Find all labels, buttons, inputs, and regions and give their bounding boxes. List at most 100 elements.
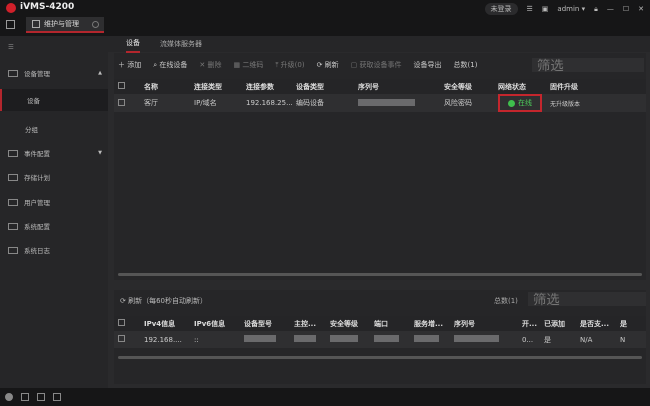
- sidebar-item-group[interactable]: 分组: [0, 118, 108, 140]
- col-support[interactable]: 是否支...: [576, 316, 616, 331]
- cell-last: N: [616, 331, 646, 348]
- total-count: 总数(1): [453, 61, 478, 69]
- status-badge: 在线: [498, 94, 542, 112]
- redacted: [330, 335, 358, 342]
- col-service[interactable]: 服务增...: [410, 316, 450, 331]
- col-open[interactable]: 开...: [518, 316, 540, 331]
- tab-stream-server[interactable]: 流媒体服务器: [160, 39, 202, 49]
- table-row[interactable]: 192.168.... :: 0... 是 N/A N: [114, 331, 646, 348]
- menu-toggle-icon[interactable]: ☰: [0, 36, 108, 58]
- chevron-down-icon: ▼: [98, 150, 102, 156]
- list-icon[interactable]: ☰: [527, 5, 533, 13]
- select-all-checkbox[interactable]: [118, 319, 125, 326]
- get-events-button[interactable]: ▢ 获取设备事件: [351, 60, 402, 70]
- sidebar-item-storage[interactable]: 存储计划: [0, 166, 108, 188]
- filter-input[interactable]: [532, 58, 644, 72]
- col-name[interactable]: 名称: [140, 79, 190, 94]
- col-added[interactable]: 已添加: [540, 316, 576, 331]
- title-bar: iVMS-4200 维护与管理 未登录 ☰ ▣ admin ▾ 🔒︎ — ☐ ✕: [0, 0, 650, 36]
- user-menu[interactable]: admin ▾: [557, 5, 585, 13]
- horizontal-scrollbar[interactable]: [118, 273, 642, 276]
- online-refresh-button[interactable]: ⟳ 刷新（每60秒自动刷新）: [120, 296, 207, 306]
- redacted: [414, 335, 440, 342]
- table-row[interactable]: 客厅 IP/域名 192.168.25.... 编码设备 风险密码 在线 无升级…: [114, 94, 646, 112]
- user-name: admin: [557, 5, 580, 13]
- redacted: [244, 335, 277, 342]
- online-filter-input[interactable]: [528, 292, 646, 306]
- tab-label: 维护与管理: [44, 20, 79, 28]
- add-button[interactable]: ＋ 添加: [118, 60, 141, 70]
- trash-icon[interactable]: [21, 393, 29, 401]
- sidebar-item-system-log[interactable]: 系统日志: [0, 239, 108, 261]
- events-label: 获取设备事件: [359, 61, 402, 69]
- cell-security: 风险密码: [440, 94, 494, 112]
- col-port[interactable]: 端口: [370, 316, 410, 331]
- sidebar-label: 系统日志: [24, 247, 50, 255]
- col-device-type[interactable]: 设备类型: [292, 79, 354, 94]
- grid-menu-icon[interactable]: [6, 20, 15, 29]
- refresh-button[interactable]: ⟳ 刷新: [317, 60, 339, 70]
- col-security[interactable]: 安全等级: [326, 316, 370, 331]
- cell-firmware: 无升级版本: [546, 94, 646, 112]
- status-bar: [0, 388, 650, 406]
- image-icon[interactable]: ▣: [542, 5, 549, 13]
- chevron-up-icon: ▲: [98, 70, 102, 76]
- qrcode-button[interactable]: ▦ 二维码: [233, 60, 263, 70]
- online-refresh-label: 刷新（每60秒自动刷新）: [128, 297, 208, 305]
- online-total: 总数(1): [494, 297, 518, 305]
- col-ipv4[interactable]: IPv4信息: [140, 316, 190, 331]
- select-all-checkbox[interactable]: [118, 82, 125, 89]
- lock-icon[interactable]: 🔒︎: [594, 5, 598, 14]
- col-main-ctrl[interactable]: 主控...: [290, 316, 326, 331]
- device-table: 名称 连接类型 连接参数 设备类型 序列号 安全等级 网络状态 固件升级 客厅 …: [114, 79, 646, 112]
- sidebar-label: 存储计划: [24, 174, 50, 182]
- sidebar-item-device[interactable]: 设备: [0, 89, 108, 111]
- col-last[interactable]: 是: [616, 316, 646, 331]
- sidebar-item-device-management[interactable]: 设备管理 ▲: [0, 62, 108, 84]
- maximize-icon[interactable]: ☐: [623, 5, 629, 13]
- event-icon: [8, 149, 18, 157]
- horizontal-scrollbar[interactable]: [118, 356, 642, 359]
- delete-label: 删除: [207, 61, 222, 69]
- online-devices-panel: ⟳ 刷新（每60秒自动刷新） 总数(1) IPv4信息 IPv6信息 设备型号 …: [114, 290, 646, 384]
- serial-redacted: [358, 98, 416, 106]
- table-header: 名称 连接类型 连接参数 设备类型 序列号 安全等级 网络状态 固件升级: [114, 79, 646, 94]
- sub-tabs: 设备 流媒体服务器: [108, 35, 650, 53]
- col-firmware[interactable]: 固件升级: [546, 79, 646, 94]
- close-icon[interactable]: ✕: [638, 5, 644, 13]
- col-security[interactable]: 安全等级: [440, 79, 494, 94]
- sidebar-item-system-config[interactable]: 系统配置: [0, 215, 108, 237]
- minimize-icon[interactable]: —: [607, 5, 614, 13]
- col-model[interactable]: 设备型号: [240, 316, 290, 331]
- col-conn-param[interactable]: 连接参数: [242, 79, 292, 94]
- tab-device[interactable]: 设备: [126, 35, 140, 53]
- row-checkbox[interactable]: [118, 98, 125, 106]
- upgrade-button[interactable]: ⤒ 升级(0): [275, 60, 304, 70]
- sidebar-label: 用户管理: [24, 199, 50, 207]
- upgrade-label: 升级(0): [280, 61, 305, 69]
- sidebar-label: 分组: [25, 126, 38, 134]
- col-serial[interactable]: 序列号: [450, 316, 518, 331]
- close-tab-icon[interactable]: [92, 20, 99, 28]
- alarm-icon[interactable]: [5, 393, 13, 401]
- volume-icon[interactable]: [53, 393, 61, 401]
- app-logo-icon: [6, 3, 16, 13]
- image-icon[interactable]: [37, 393, 45, 401]
- sidebar-item-event-config[interactable]: 事件配置 ▼: [0, 142, 108, 164]
- user-icon: [8, 198, 18, 206]
- sidebar-item-users[interactable]: 用户管理: [0, 191, 108, 213]
- tab-maintenance[interactable]: 维护与管理: [26, 17, 104, 33]
- online-devices-button[interactable]: ⌕ 在线设备: [153, 60, 187, 70]
- col-serial[interactable]: 序列号: [354, 79, 440, 94]
- log-icon: [8, 246, 18, 254]
- col-net-status[interactable]: 网络状态: [494, 79, 546, 94]
- col-conn-type[interactable]: 连接类型: [190, 79, 242, 94]
- row-checkbox[interactable]: [118, 335, 125, 342]
- col-ipv6[interactable]: IPv6信息: [190, 316, 240, 331]
- delete-button[interactable]: ✕ 删除: [199, 60, 221, 70]
- export-button[interactable]: 设备导出: [414, 60, 442, 70]
- cloud-login-button[interactable]: 未登录: [484, 3, 518, 15]
- redacted: [454, 335, 499, 342]
- cell-param: 192.168.25....: [242, 94, 292, 112]
- refresh-label: 刷新: [324, 61, 339, 69]
